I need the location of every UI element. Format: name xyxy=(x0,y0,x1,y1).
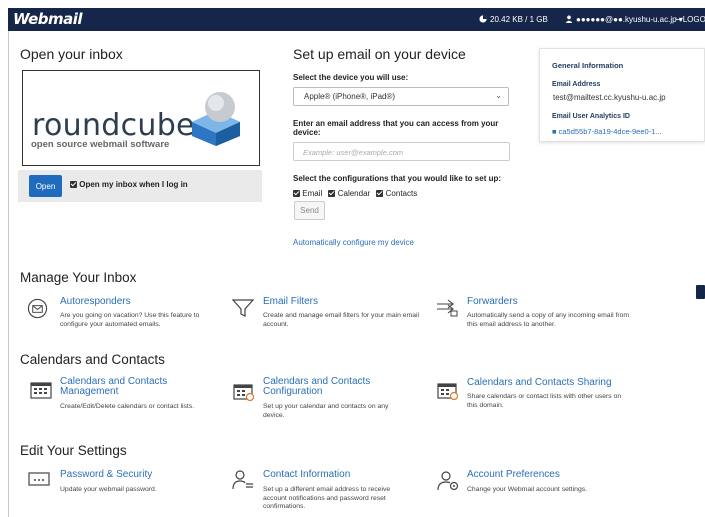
autoresponders-link[interactable]: Autoresponders xyxy=(60,297,131,307)
filter-icon xyxy=(231,298,255,323)
user-email: ●●●●●●@●●.kyushu-u.ac.jp xyxy=(576,15,677,24)
password-icon xyxy=(28,472,50,491)
open-on-login-checkbox[interactable]: Open my inbox when I log in xyxy=(70,180,188,189)
email-address-value: test@mailtest.cc.kyushu-u.ac.jp xyxy=(553,93,666,102)
auto-configure-link[interactable]: Automatically configure my device xyxy=(293,238,414,247)
forwarder-icon xyxy=(436,298,458,323)
preferences-icon xyxy=(437,470,459,497)
device-label: Select the device you will use: xyxy=(293,73,409,82)
logout-label: LOGOUT xyxy=(682,15,705,24)
checkbox-checked-icon[interactable] xyxy=(376,190,384,198)
webmail-logo[interactable]: Webmail xyxy=(13,10,83,28)
logout-link[interactable]: ↪LOGOUT xyxy=(675,15,705,24)
calendar-icon xyxy=(30,381,52,404)
password-security-link[interactable]: Password & Security xyxy=(60,470,152,480)
config-contacts-label: Contacts xyxy=(385,189,418,198)
open-inbox-title: Open your inbox xyxy=(20,46,123,62)
roundcube-wordmark: roundcube xyxy=(32,108,195,143)
calendars-sharing-desc: Share calendars or contact lists with ot… xyxy=(467,393,622,409)
chevron-down-icon: ⌄ xyxy=(495,91,502,100)
forwarders-link[interactable]: Forwarders xyxy=(467,297,518,307)
calendars-configuration-link[interactable]: Calendars and Contacts Configuration xyxy=(263,377,413,397)
contact-information-desc: Set up a different email address to rece… xyxy=(263,486,391,510)
contact-information-link[interactable]: Contact Information xyxy=(263,470,350,480)
config-checkboxes: Email Calendar Contacts xyxy=(293,189,421,198)
account-preferences-desc: Change your Webmail account settings. xyxy=(467,486,588,493)
config-contacts-checkbox[interactable]: Contacts xyxy=(376,189,417,198)
edit-settings-title: Edit Your Settings xyxy=(20,443,127,458)
config-email-label: Email xyxy=(302,189,323,198)
user-icon xyxy=(565,15,573,24)
contact-icon xyxy=(232,469,254,496)
email-filters-link[interactable]: Email Filters xyxy=(263,297,318,307)
left-border xyxy=(8,31,9,517)
checkbox-checked-icon[interactable] xyxy=(293,190,300,198)
checkbox-checked-icon[interactable] xyxy=(328,190,336,198)
roundcube-cube-icon xyxy=(190,89,242,152)
logout-icon: ↪ xyxy=(675,15,682,24)
disk-usage: 20.42 KB / 1 GB xyxy=(479,15,548,24)
autoresponder-icon xyxy=(27,298,48,324)
config-label: Select the configurations that you would… xyxy=(293,174,502,183)
config-calendar-label: Calendar xyxy=(337,189,371,198)
email-input-placeholder: Example: user@example.com xyxy=(303,148,404,157)
analytics-id-text: ca5d55b7-8a19-4dce-9ee0-1... xyxy=(558,127,662,136)
roundcube-tagline: open source webmail software xyxy=(31,139,170,150)
calendar-config-icon xyxy=(233,383,255,406)
calendars-contacts-title: Calendars and Contacts xyxy=(20,352,165,367)
calendars-management-link[interactable]: Calendars and Contacts Management xyxy=(60,377,210,397)
device-select-value: Apple® (iPhone®, iPad®) xyxy=(304,92,396,101)
config-calendar-checkbox[interactable]: Calendar xyxy=(328,189,370,198)
user-menu[interactable]: ●●●●●●@●●.kyushu-u.ac.jp ▾ xyxy=(565,15,683,24)
calendars-configuration-desc: Set up your calendar and contacts on any… xyxy=(263,403,389,419)
email-filters-desc: Create and manage email filters for your… xyxy=(263,312,420,328)
calendars-management-desc: Create/Edit/Delete calendars or contact … xyxy=(60,403,195,410)
open-button[interactable]: Open xyxy=(29,175,62,197)
analytics-id-heading: Email User Analytics ID xyxy=(552,113,630,120)
general-info-title: General Information xyxy=(552,61,624,70)
analytics-id-value[interactable]: ■ ca5d55b7-8a19-4dce-9ee0-1... xyxy=(552,127,702,136)
copy-icon[interactable]: ■ xyxy=(552,127,557,136)
autoresponders-desc: Are you going on vacation? Use this feat… xyxy=(60,312,200,328)
manage-inbox-title: Manage Your Inbox xyxy=(20,270,137,285)
config-email-checkbox[interactable]: Email xyxy=(293,189,322,198)
calendar-share-icon xyxy=(437,382,459,405)
device-select[interactable]: Apple® (iPhone®, iPad®) ⌄ xyxy=(293,87,509,106)
pie-chart-icon xyxy=(479,15,487,24)
send-button[interactable]: Send xyxy=(294,201,325,220)
side-panel-toggle-icon[interactable] xyxy=(696,285,705,299)
email-address-heading: Email Address xyxy=(552,81,601,88)
device-email-input[interactable]: Example: user@example.com xyxy=(293,142,510,161)
password-security-desc: Update your webmail password. xyxy=(60,486,157,493)
setup-title: Set up email on your device xyxy=(293,46,466,62)
disk-usage-text: 20.42 KB / 1 GB xyxy=(490,15,548,24)
email-address-label: Enter an email address that you can acce… xyxy=(293,119,499,137)
account-preferences-link[interactable]: Account Preferences xyxy=(467,470,560,480)
checkbox-checked-icon[interactable] xyxy=(70,181,77,189)
forwarders-desc: Automatically send a copy of any incomin… xyxy=(467,312,630,328)
open-on-login-label: Open my inbox when I log in xyxy=(79,180,188,189)
calendars-sharing-link[interactable]: Calendars and Contacts Sharing xyxy=(467,378,612,388)
